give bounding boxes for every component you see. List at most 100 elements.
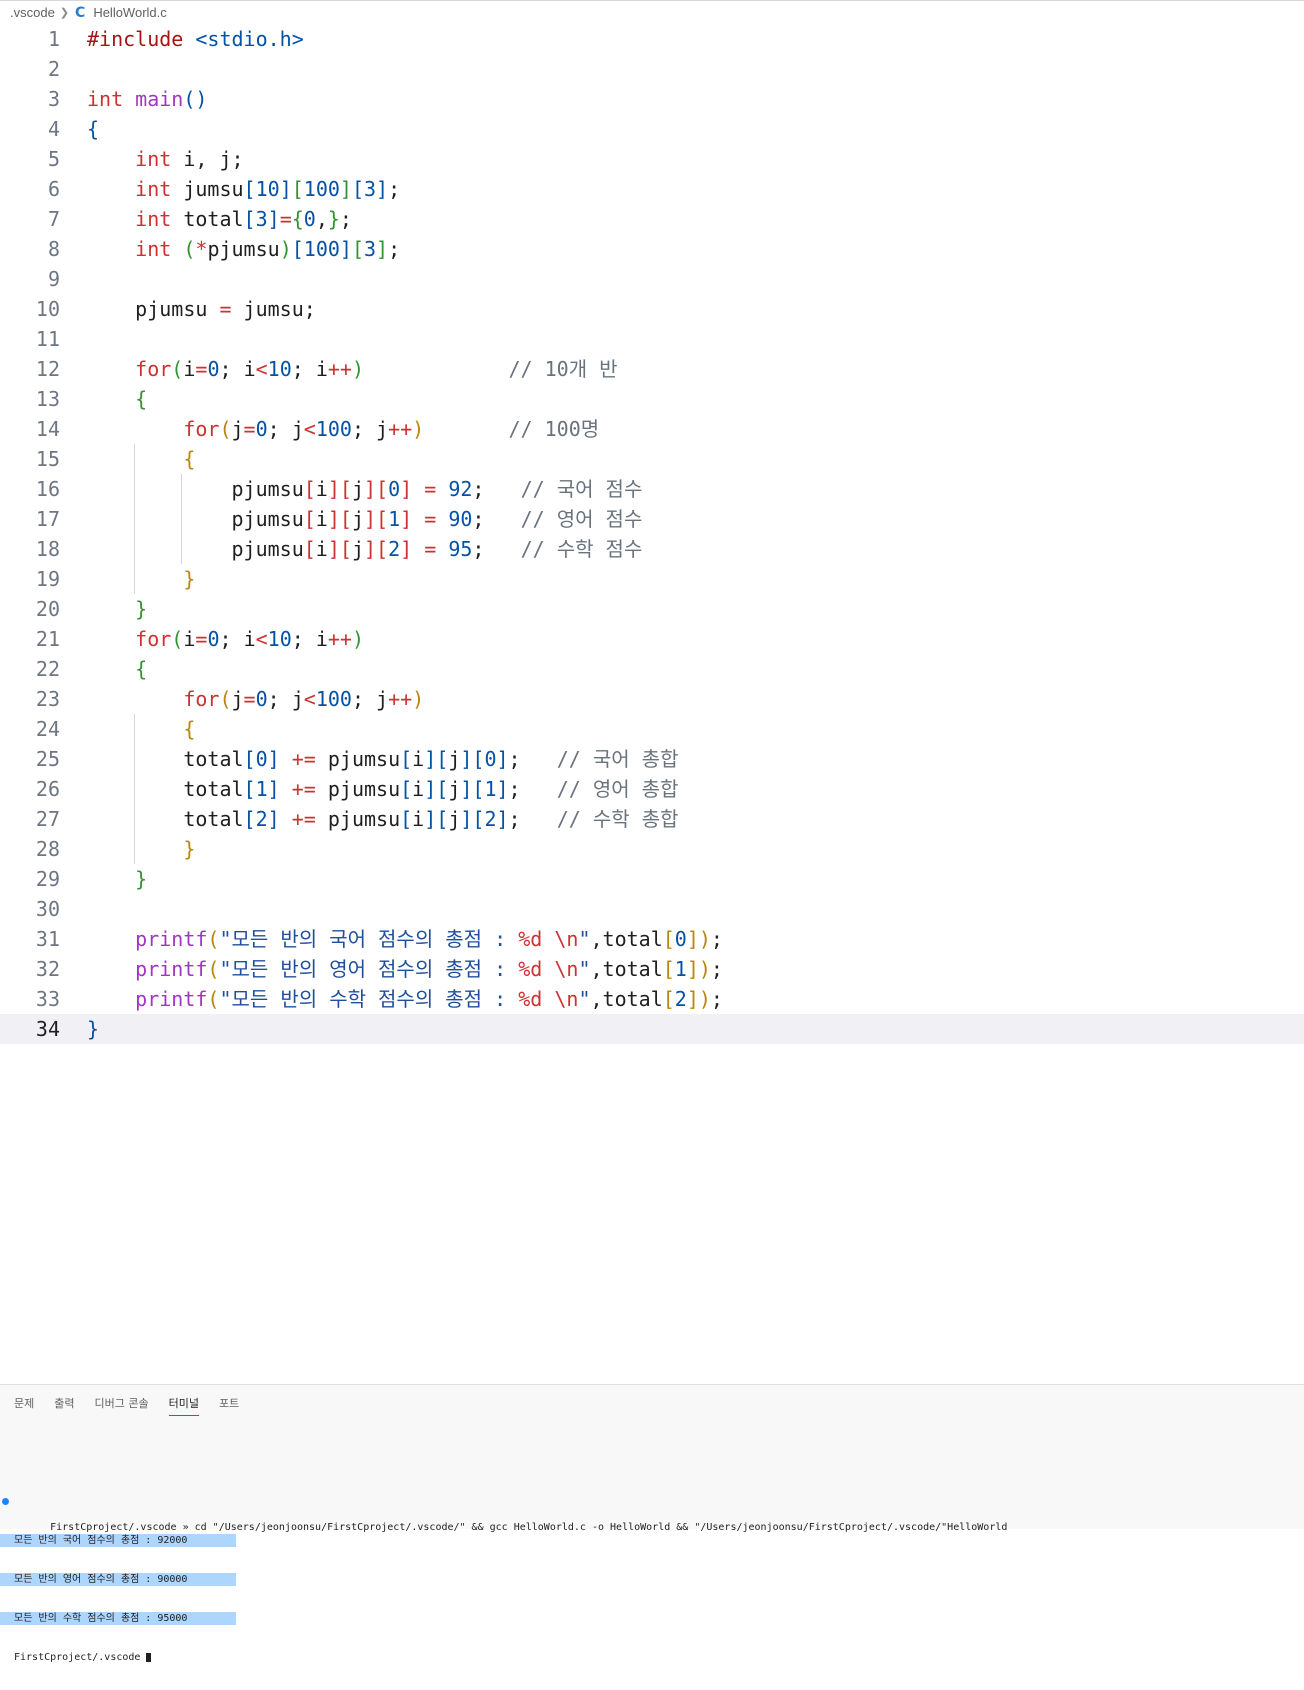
code-line[interactable]: 15 { — [0, 444, 1304, 474]
terminal-command-line: FirstCproject/.vscode » cd "/Users/jeonj… — [0, 1495, 1304, 1533]
code-token: 10 — [267, 627, 292, 651]
code-token: [ — [243, 777, 256, 801]
code-token: ; — [472, 507, 521, 531]
code-line[interactable]: 5 int i, j; — [0, 144, 1304, 174]
line-number: 3 — [47, 87, 60, 111]
code-line[interactable]: 12 for(i=0; i<10; i++) // 10개 반 — [0, 354, 1304, 384]
terminal-output-text: 모든 반의 수학 점수의 총점 : 95000 — [14, 1613, 188, 1624]
code-line[interactable]: 18 pjumsu[i][j][2] = 95; // 수학 점수 — [0, 534, 1304, 564]
code-line[interactable]: 28 } — [0, 834, 1304, 864]
code-token: 10 — [267, 357, 292, 381]
code-token: "모든 반의 영어 점수의 총점 : — [219, 957, 519, 981]
code-token: < — [255, 627, 268, 651]
code-line[interactable]: 3 int main() — [0, 84, 1304, 114]
code-token: ] — [400, 537, 413, 561]
terminal-output-line: 모든 반의 수학 점수의 총점 : 95000 — [0, 1612, 236, 1625]
code-token: ; i — [219, 627, 256, 651]
code-line[interactable]: 11 — [0, 324, 1304, 354]
code-token: for — [135, 357, 172, 381]
code-line[interactable]: 9 — [0, 264, 1304, 294]
breadcrumb-folder[interactable]: .vscode — [10, 5, 55, 20]
code-token: ; — [472, 477, 521, 501]
breadcrumb-file[interactable]: HelloWorld.c — [93, 5, 166, 20]
line-number: 34 — [35, 1017, 60, 1041]
code-line[interactable]: 7 int total[3]={0,}; — [0, 204, 1304, 234]
code-line[interactable]: 24 { — [0, 714, 1304, 744]
code-line[interactable]: 10 pjumsu = jumsu; — [0, 294, 1304, 324]
code-line[interactable]: 31 printf("모든 반의 국어 점수의 총점 : %d \n",tota… — [0, 924, 1304, 954]
panel-tab[interactable]: 문제 — [14, 1395, 34, 1416]
code-token: ( — [183, 237, 196, 261]
code-token: pjumsu — [315, 777, 401, 801]
terminal[interactable]: FirstCproject/.vscode » cd "/Users/jeonj… — [0, 1469, 1304, 1690]
code-line[interactable]: 14 for(j=0; j<100; j++) // 100명 — [0, 414, 1304, 444]
code-line[interactable]: 32 printf("모든 반의 영어 점수의 총점 : %d \n",tota… — [0, 954, 1304, 984]
code-editor[interactable]: 1 #include <stdio.h> 2 3 int main() 4{5 int i… — [0, 24, 1304, 1384]
code-text: int jumsu[10][100][3]; — [87, 174, 400, 204]
code-text: { — [87, 444, 195, 474]
code-line[interactable]: 16 pjumsu[i][j][0] = 92; // 국어 점수 — [0, 474, 1304, 504]
code-token: ] — [496, 807, 509, 831]
code-token: ++ — [388, 687, 413, 711]
code-token: } — [183, 567, 196, 591]
code-line[interactable]: 22 { — [0, 654, 1304, 684]
code-line[interactable]: 2 — [0, 54, 1304, 84]
code-token: ] — [267, 807, 280, 831]
code-token: ( — [207, 987, 220, 1011]
code-line[interactable]: 13 { — [0, 384, 1304, 414]
code-line[interactable]: 26 total[1] += pjumsu[i][j][1]; // 영어 총합 — [0, 774, 1304, 804]
code-line[interactable]: 19 } — [0, 564, 1304, 594]
code-line[interactable]: 1 #include <stdio.h> — [0, 24, 1304, 54]
code-token: [ — [472, 747, 485, 771]
code-line[interactable]: 4{ — [0, 114, 1304, 144]
panel-tab[interactable]: 출력 — [54, 1395, 74, 1416]
line-number: 25 — [35, 747, 60, 771]
code-token: ; j — [267, 687, 304, 711]
code-line[interactable]: 33 printf("모든 반의 수학 점수의 총점 : %d \n",tota… — [0, 984, 1304, 1014]
code-token: 100 — [315, 687, 352, 711]
code-token: // 국어 점수 — [520, 477, 643, 501]
code-line[interactable]: 25 total[0] += pjumsu[i][j][0]; // 국어 총합 — [0, 744, 1304, 774]
code-line[interactable]: 27 total[2] += pjumsu[i][j][2]; // 수학 총합 — [0, 804, 1304, 834]
command-status-dot-icon[interactable] — [2, 1498, 9, 1505]
code-line[interactable]: 17 pjumsu[i][j][1] = 90; // 영어 점수 — [0, 504, 1304, 534]
code-token: total — [87, 747, 244, 771]
code-text: int (*pjumsu)[100][3]; — [87, 234, 400, 264]
code-token: j — [351, 477, 364, 501]
panel-tab[interactable]: 포트 — [219, 1395, 239, 1416]
code-line[interactable]: 6 int jumsu[10][100][3]; — [0, 174, 1304, 204]
code-line[interactable]: 21 for(i=0; i<10; i++) — [0, 624, 1304, 654]
line-number: 2 — [47, 57, 60, 81]
code-text: for(j=0; j<100; j++) // 100명 — [87, 414, 599, 444]
code-token: [ — [339, 537, 352, 561]
line-number: 24 — [35, 717, 60, 741]
code-line[interactable]: 34} — [0, 1014, 1304, 1044]
line-number: 15 — [35, 447, 60, 471]
code-line[interactable]: 30 — [0, 894, 1304, 924]
code-line[interactable]: 8 int (*pjumsu)[100][3]; — [0, 234, 1304, 264]
code-token: [ — [472, 777, 485, 801]
code-text: for(i=0; i<10; i++) // 10개 반 — [87, 354, 617, 384]
code-text: printf("모든 반의 국어 점수의 총점 : %d \n",total[0… — [87, 924, 723, 954]
code-text: total[0] += pjumsu[i][j][0]; // 국어 총합 — [87, 744, 678, 774]
code-token: %d — [518, 957, 543, 981]
line-number: 17 — [35, 507, 60, 531]
code-line[interactable]: 29 } — [0, 864, 1304, 894]
panel-tab[interactable]: 디버그 콘솔 — [95, 1395, 149, 1416]
code-token: ; — [710, 927, 723, 951]
code-token: ; — [508, 777, 557, 801]
code-token: [ — [303, 537, 316, 561]
terminal-output-text: 모든 반의 국어 점수의 총점 : 92000 — [14, 1535, 188, 1546]
code-line[interactable]: 23 for(j=0; j<100; j++) — [0, 684, 1304, 714]
panel-tab[interactable]: 터미널 — [168, 1395, 199, 1416]
code-token: [ — [400, 777, 413, 801]
code-line[interactable]: 20 } — [0, 594, 1304, 624]
breadcrumb: .vscode ❯ C HelloWorld.c — [0, 0, 1304, 24]
line-number: 1 — [47, 27, 60, 51]
